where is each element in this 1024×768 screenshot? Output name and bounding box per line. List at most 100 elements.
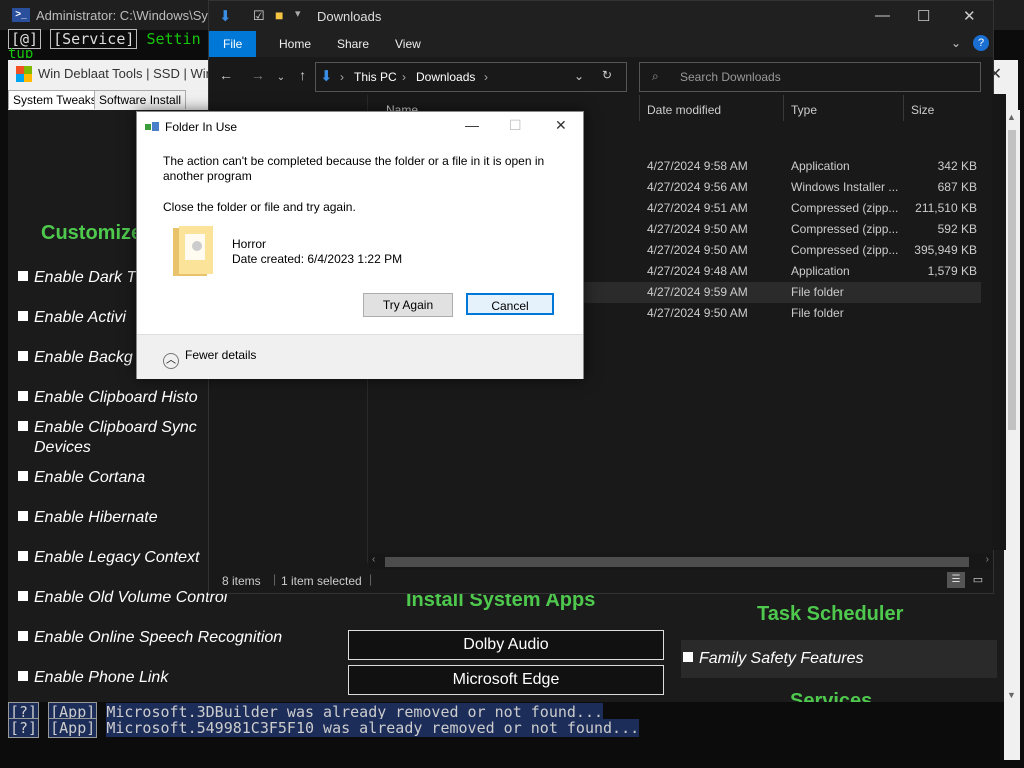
minimize-icon[interactable]: — bbox=[875, 7, 890, 24]
maximize-icon[interactable]: ☐ bbox=[917, 7, 930, 25]
col-separator[interactable] bbox=[783, 95, 784, 121]
prompt-service: [Service] bbox=[50, 29, 138, 49]
file-row-type: Application bbox=[791, 264, 850, 278]
console-scrollbar[interactable] bbox=[1004, 702, 1020, 760]
breadcrumb-this-pc[interactable]: This PC bbox=[354, 70, 397, 84]
forward-arrow-icon[interactable]: → bbox=[251, 67, 265, 83]
dialog-titlebar[interactable]: Folder In Use — ☐ ✕ bbox=[137, 112, 583, 142]
scroll-down-icon[interactable]: ▼ bbox=[1007, 690, 1016, 700]
app-button-edge[interactable]: Microsoft Edge bbox=[348, 665, 664, 695]
ribbon-tab-file[interactable]: File bbox=[209, 31, 257, 57]
explorer-vertical-scrollbar[interactable] bbox=[992, 94, 1006, 550]
checkbox-icon bbox=[18, 511, 28, 521]
tweak-cortana[interactable]: Enable Cortana bbox=[18, 469, 145, 487]
file-row-size: 592 KB bbox=[937, 222, 977, 236]
tweak-clipboard-history[interactable]: Enable Clipboard Histo bbox=[18, 389, 198, 407]
recent-dropdown-icon[interactable]: ⌄ bbox=[277, 72, 285, 83]
fewer-details-toggle[interactable]: ︿ Fewer details bbox=[163, 348, 256, 369]
col-size[interactable]: Size bbox=[911, 103, 934, 117]
try-again-button[interactable]: Try Again bbox=[363, 293, 453, 317]
checkbox-icon bbox=[683, 652, 693, 662]
tab-software-install[interactable]: Software Install bbox=[94, 90, 187, 109]
task-family-safety[interactable]: Family Safety Features bbox=[681, 640, 997, 678]
file-row-type: Application bbox=[791, 159, 850, 173]
close-icon[interactable]: ✕ bbox=[555, 117, 567, 134]
breadcrumb-downloads[interactable]: Downloads bbox=[416, 70, 475, 84]
powershell-title: Administrator: C:\Windows\Syst bbox=[36, 8, 219, 23]
powershell-prompt-line: [@] [Service] Settin bbox=[8, 29, 201, 49]
quick-access-dropdown-icon[interactable]: ▾ bbox=[295, 7, 301, 20]
tweak-phone-link[interactable]: Enable Phone Link bbox=[18, 669, 168, 687]
up-arrow-icon[interactable]: ↑ bbox=[299, 67, 306, 83]
tweak-clipboard-sync[interactable]: Enable Clipboard Sync bbox=[18, 419, 197, 437]
services-heading: Services bbox=[790, 690, 873, 702]
properties-icon[interactable]: ☑ bbox=[253, 8, 265, 24]
checkbox-icon bbox=[18, 351, 28, 361]
ribbon-tab-share[interactable]: Share bbox=[323, 31, 383, 57]
download-arrow-icon: ⬇ bbox=[320, 68, 333, 85]
prompt-rest: Settin bbox=[146, 30, 201, 48]
checkbox-icon bbox=[18, 421, 28, 431]
new-folder-icon[interactable]: ■ bbox=[275, 7, 283, 23]
scroll-up-icon[interactable]: ▲ bbox=[1007, 112, 1016, 122]
tweak-background[interactable]: Enable Backg bbox=[18, 349, 133, 367]
tab-system-tweaks[interactable]: System Tweaks bbox=[8, 90, 102, 109]
scroll-right-icon[interactable]: › bbox=[986, 554, 989, 565]
cancel-button[interactable]: Cancel bbox=[466, 293, 554, 315]
status-divider: | bbox=[273, 572, 277, 586]
app-button-dolby[interactable]: Dolby Audio bbox=[348, 630, 664, 660]
file-row-size: 342 KB bbox=[937, 159, 977, 173]
folder-in-use-dialog: Folder In Use — ☐ ✕ The action can't be … bbox=[136, 111, 584, 379]
folder-name: Horror bbox=[232, 237, 267, 251]
dialog-title: Folder In Use bbox=[165, 120, 238, 134]
help-icon[interactable]: ? bbox=[973, 35, 989, 51]
debloat-scrollbar[interactable]: ▲ ▼ bbox=[1004, 110, 1020, 702]
details-view-icon[interactable]: ☰ bbox=[947, 572, 965, 588]
scroll-thumb[interactable] bbox=[1008, 130, 1016, 430]
ribbon-tab-home[interactable]: Home bbox=[265, 31, 325, 57]
file-move-icon bbox=[145, 122, 159, 131]
file-row-type: Windows Installer ... bbox=[791, 180, 899, 194]
breadcrumb-chevron-icon: › bbox=[402, 70, 406, 84]
scroll-left-icon[interactable]: ‹ bbox=[372, 554, 375, 565]
file-row-date: 4/27/2024 9:59 AM bbox=[647, 285, 748, 299]
prompt-tup: tup bbox=[8, 46, 34, 58]
file-row-type: File folder bbox=[791, 306, 844, 320]
file-row-type: Compressed (zipp... bbox=[791, 243, 899, 257]
checkbox-icon bbox=[18, 471, 28, 481]
chevron-down-icon[interactable]: ⌄ bbox=[951, 36, 961, 50]
large-icons-view-icon[interactable]: ▭ bbox=[969, 572, 987, 588]
tweak-old-volume[interactable]: Enable Old Volume Control bbox=[18, 589, 227, 607]
col-type[interactable]: Type bbox=[791, 103, 817, 117]
dialog-instruction: Close the folder or file and try again. bbox=[163, 200, 356, 214]
tweak-speech[interactable]: Enable Online Speech Recognition bbox=[18, 629, 282, 647]
address-dropdown-icon[interactable]: ⌄ bbox=[574, 69, 584, 83]
hscroll-thumb[interactable] bbox=[385, 557, 969, 567]
tweak-hibernate[interactable]: Enable Hibernate bbox=[18, 509, 158, 527]
col-date-modified[interactable]: Date modified bbox=[647, 103, 721, 117]
search-input[interactable]: ⌕ Search Downloads bbox=[639, 62, 981, 92]
file-row-size: 211,510 KB bbox=[915, 201, 977, 215]
horizontal-scrollbar[interactable]: ‹ › bbox=[369, 553, 993, 569]
folder-date-created: Date created: 6/4/2023 1:22 PM bbox=[232, 252, 403, 266]
file-row-date: 4/27/2024 9:50 AM bbox=[647, 243, 748, 257]
file-row-type: Compressed (zipp... bbox=[791, 222, 899, 236]
file-row-date: 4/27/2024 9:51 AM bbox=[647, 201, 748, 215]
tweak-dark-theme[interactable]: Enable Dark T bbox=[18, 269, 136, 287]
refresh-icon[interactable]: ↻ bbox=[602, 68, 612, 82]
tweak-activity[interactable]: Enable Activi bbox=[18, 309, 126, 327]
console-output: [?] [App] Microsoft.3DBuilder was alread… bbox=[0, 702, 1024, 768]
folder-icon bbox=[173, 226, 213, 276]
address-bar[interactable]: ⬇ › This PC › Downloads › ⌄ ↻ bbox=[315, 62, 627, 92]
back-arrow-icon[interactable]: ← bbox=[219, 67, 233, 83]
checkbox-icon bbox=[18, 271, 28, 281]
tweak-legacy-context[interactable]: Enable Legacy Context bbox=[18, 549, 199, 567]
close-icon[interactable]: ✕ bbox=[963, 7, 976, 25]
minimize-icon[interactable]: — bbox=[465, 117, 479, 133]
ribbon-tab-view[interactable]: View bbox=[381, 31, 435, 57]
col-separator[interactable] bbox=[903, 95, 904, 121]
explorer-titlebar[interactable]: ⬇ ☑ ■ ▾ Downloads — ☐ ✕ bbox=[209, 1, 993, 31]
file-row-date: 4/27/2024 9:50 AM bbox=[647, 306, 748, 320]
checkbox-icon bbox=[18, 551, 28, 561]
col-separator[interactable] bbox=[639, 95, 640, 121]
